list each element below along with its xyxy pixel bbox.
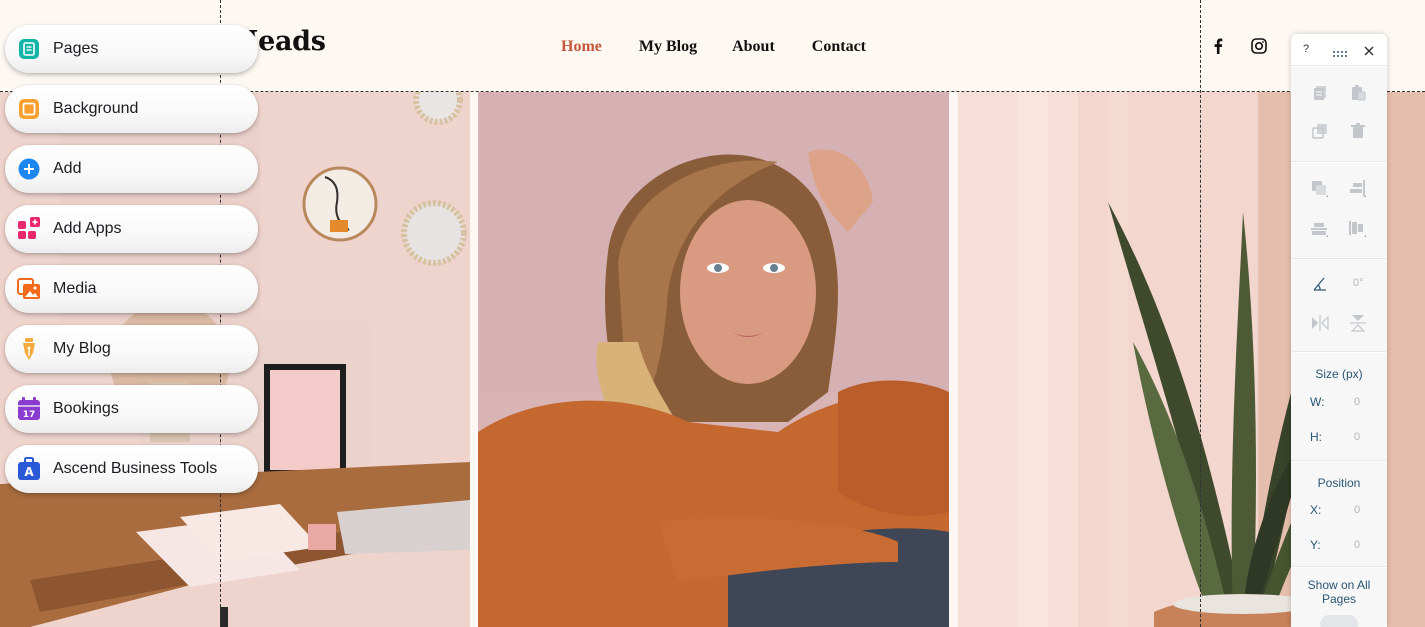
toolbar-section-show-all: Show on All Pages [1291,568,1387,627]
blog-pen-icon [17,337,41,361]
align-right-icon[interactable] [1348,179,1368,199]
left-panel-media-button[interactable]: Media [5,265,258,313]
rotate-angle-icon[interactable] [1310,274,1330,294]
nav-my-blog[interactable]: My Blog [639,38,697,56]
editor-right-toolbar: ? 0° Size (px) W: 0 H: 0 Position X: 0 Y… [1291,34,1387,627]
left-panel-my-blog-label: My Blog [53,340,111,357]
background-icon [17,97,41,121]
close-icon[interactable] [1364,43,1374,61]
vertical-guide-right[interactable] [1200,0,1201,627]
nav-home[interactable]: Home [561,38,602,56]
left-panel-add-apps-button[interactable]: Add Apps [5,205,258,253]
add-apps-icon [17,217,41,241]
copy-icon[interactable] [1310,83,1330,103]
paste-icon[interactable] [1348,83,1368,103]
left-panel-background-button[interactable]: Background [5,85,258,133]
left-panel-bookings-label: Bookings [53,400,119,417]
nav-about[interactable]: About [732,38,775,56]
pages-icon [17,37,41,61]
drag-handle-icon[interactable] [1332,45,1348,63]
y-label: Y: [1310,538,1321,552]
width-label: W: [1310,395,1325,409]
show-on-all-pages-label: Show on All Pages [1307,578,1371,606]
ascend-briefcase-icon: A [17,457,41,481]
left-panel-pages-label: Pages [53,40,99,57]
left-panel-add-apps-label: Add Apps [53,220,122,237]
left-panel-ascend-label: Ascend Business Tools [53,460,218,477]
facebook-icon[interactable] [1213,38,1223,54]
rotation-value[interactable]: 0° [1353,277,1364,289]
toolbar-section-arrange [1291,163,1387,259]
height-input[interactable]: 0 [1354,431,1360,443]
delete-icon[interactable] [1348,121,1368,141]
toolbar-section-transform: 0° [1291,260,1387,352]
media-icon [17,277,41,301]
svg-text:17: 17 [23,410,36,420]
add-icon [17,157,41,181]
distribute-icon[interactable] [1348,219,1368,239]
left-panel-media-label: Media [53,280,97,297]
left-panel-add-label: Add [53,160,82,177]
x-label: X: [1310,503,1322,517]
arrange-icon[interactable] [1310,179,1330,199]
left-panel-my-blog-button[interactable]: My Blog [5,325,258,373]
toolbar-help-icon[interactable]: ? [1303,43,1309,55]
duplicate-icon[interactable] [1310,121,1330,141]
svg-text:A: A [24,465,34,479]
site-nav: Home My Blog About Contact [561,38,866,56]
left-panel-ascend-button[interactable]: A Ascend Business Tools [5,445,258,493]
portrait-woman-illustration [478,92,949,627]
flip-horizontal-icon[interactable] [1310,313,1330,333]
x-input[interactable]: 0 [1354,504,1360,516]
show-on-all-pages-toggle[interactable] [1320,615,1358,627]
align-center-icon[interactable] [1310,219,1330,239]
gallery-image-portrait[interactable] [478,92,949,627]
left-panel-bookings-button[interactable]: 17 Bookings [5,385,258,433]
bookings-icon: 17 [17,397,41,421]
left-panel-background-label: Background [53,100,139,117]
y-input[interactable]: 0 [1354,539,1360,551]
left-panel-add-button[interactable]: Add [5,145,258,193]
width-input[interactable]: 0 [1354,396,1360,408]
nav-contact[interactable]: Contact [812,38,866,56]
flip-vertical-icon[interactable] [1348,313,1368,333]
instagram-icon[interactable] [1251,38,1267,54]
height-label: H: [1310,430,1322,444]
toolbar-section-clipboard [1291,67,1387,162]
left-panel-pages-button[interactable]: Pages [5,25,258,73]
toolbar-section-position: Position X: 0 Y: 0 [1291,462,1387,567]
size-title: Size (px) [1315,367,1363,381]
position-title: Position [1317,476,1361,490]
toolbar-header[interactable]: ? [1291,34,1387,66]
toolbar-section-size: Size (px) W: 0 H: 0 [1291,353,1387,461]
